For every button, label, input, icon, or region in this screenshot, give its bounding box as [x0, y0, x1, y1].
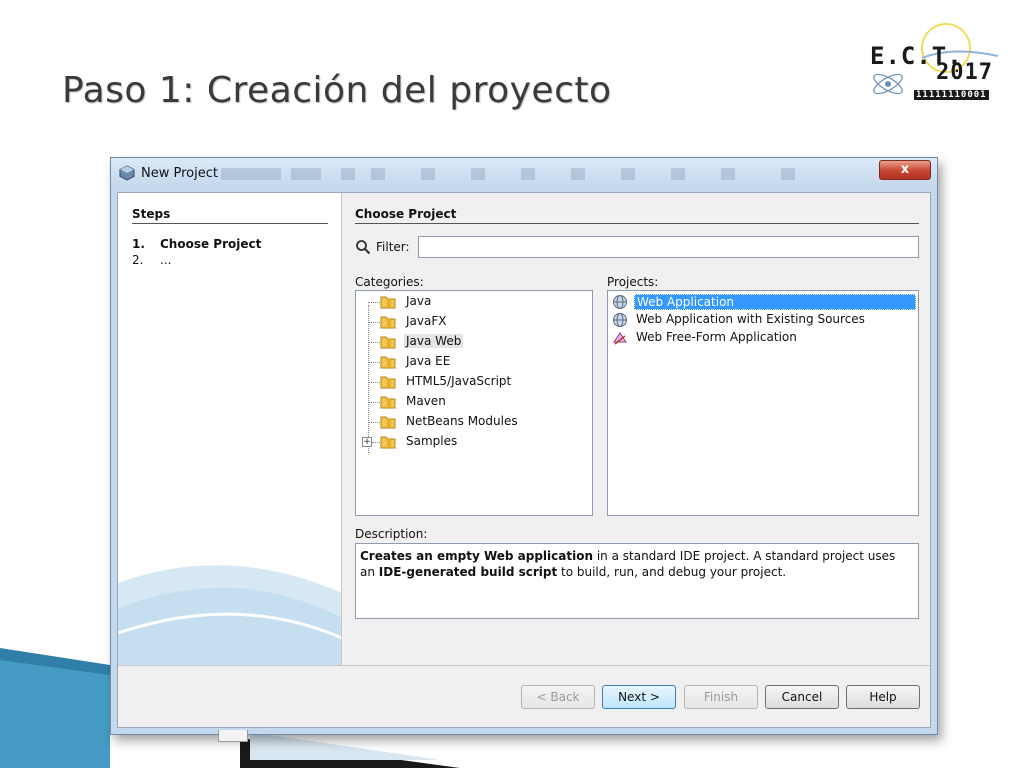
finish-button[interactable]: Finish — [684, 685, 758, 709]
slide-title: Paso 1: Creación del proyecto — [62, 70, 612, 111]
search-icon — [356, 240, 371, 255]
back-button[interactable]: < Back — [521, 685, 595, 709]
description-label: Description: — [355, 527, 428, 541]
globe-icon — [613, 295, 627, 309]
background-window-fragment — [218, 730, 248, 742]
project-item-label: Web Free-Form Application — [636, 330, 797, 344]
step-number: 1. — [132, 237, 145, 251]
folder-icon — [380, 436, 396, 449]
logo-bits: 11111110001 — [914, 90, 989, 100]
projects-list[interactable]: Web Application Web Application with Exi… — [607, 290, 919, 516]
free-form-icon — [613, 332, 627, 345]
step-item: 1. Choose Project — [132, 237, 261, 251]
expand-icon[interactable]: + — [362, 437, 372, 447]
choose-project-heading: Choose Project — [355, 207, 919, 224]
ect-logo: E.C.T. 2017 11111110001 — [862, 18, 1002, 108]
step-item: 2.... — [132, 253, 171, 267]
project-item-web-application[interactable]: Web Application — [610, 293, 916, 311]
steps-decoration — [118, 565, 341, 665]
dialog-title: New Project — [141, 166, 218, 181]
background-toolbar — [221, 164, 841, 184]
dialog-client-area: Steps 1. Choose Project 2.... Choose Proj… — [117, 192, 931, 728]
filter-input[interactable] — [418, 236, 919, 258]
logo-year: 2017 — [936, 60, 993, 85]
next-button[interactable]: Next > — [602, 685, 676, 709]
folder-icon — [380, 316, 396, 329]
project-item-label: Web Application with Existing Sources — [636, 312, 865, 326]
filter-label: Filter: — [376, 240, 410, 254]
new-project-dialog: New Project x Steps 1. Choose Project 2.… — [110, 157, 938, 735]
tree-item-label: Java — [406, 294, 432, 308]
tree-item-label: JavaFX — [406, 314, 447, 328]
project-item-web-existing-sources[interactable]: Web Application with Existing Sources — [610, 311, 916, 329]
button-bar-separator — [118, 665, 930, 666]
folder-icon — [380, 416, 396, 429]
folder-icon — [380, 356, 396, 369]
cancel-button[interactable]: Cancel — [765, 685, 839, 709]
netbeans-cube-icon — [119, 165, 135, 181]
globe-icon — [613, 313, 627, 327]
tree-item-label: HTML5/JavaScript — [406, 374, 512, 388]
categories-tree[interactable]: Java JavaFX Java Web Java EE HTML5/JavaS — [355, 290, 593, 516]
close-button[interactable]: x — [879, 160, 931, 180]
steps-heading: Steps — [132, 207, 328, 224]
help-button[interactable]: Help — [846, 685, 920, 709]
tree-item-label: Maven — [406, 394, 446, 408]
folder-icon — [380, 396, 396, 409]
tree-item-label: NetBeans Modules — [406, 414, 518, 428]
project-item-label: Web Application — [634, 294, 916, 310]
steps-pane: Steps 1. Choose Project 2.... — [118, 193, 342, 665]
tree-item-label: Samples — [406, 434, 458, 448]
description-bold: IDE-generated build script — [378, 565, 558, 579]
dialog-titlebar[interactable]: New Project x — [111, 158, 937, 190]
tree-item-label: Java Web — [404, 334, 464, 348]
project-item-web-free-form[interactable]: Web Free-Form Application — [610, 329, 916, 347]
description-text-part: to build, run, and debug your project. — [557, 565, 787, 579]
step-number: 2. — [132, 253, 144, 267]
step-label: ... — [160, 253, 172, 267]
tree-item-label: Java EE — [406, 354, 451, 368]
projects-label: Projects: — [607, 275, 659, 289]
folder-icon — [380, 336, 396, 349]
step-label: Choose Project — [160, 237, 262, 251]
folder-icon — [380, 376, 396, 389]
description-text: Creates an empty Web application in a st… — [355, 543, 919, 619]
description-bold: Creates an empty Web application — [360, 549, 594, 563]
close-icon: x — [900, 162, 910, 177]
folder-icon — [380, 296, 396, 309]
categories-label: Categories: — [355, 275, 424, 289]
